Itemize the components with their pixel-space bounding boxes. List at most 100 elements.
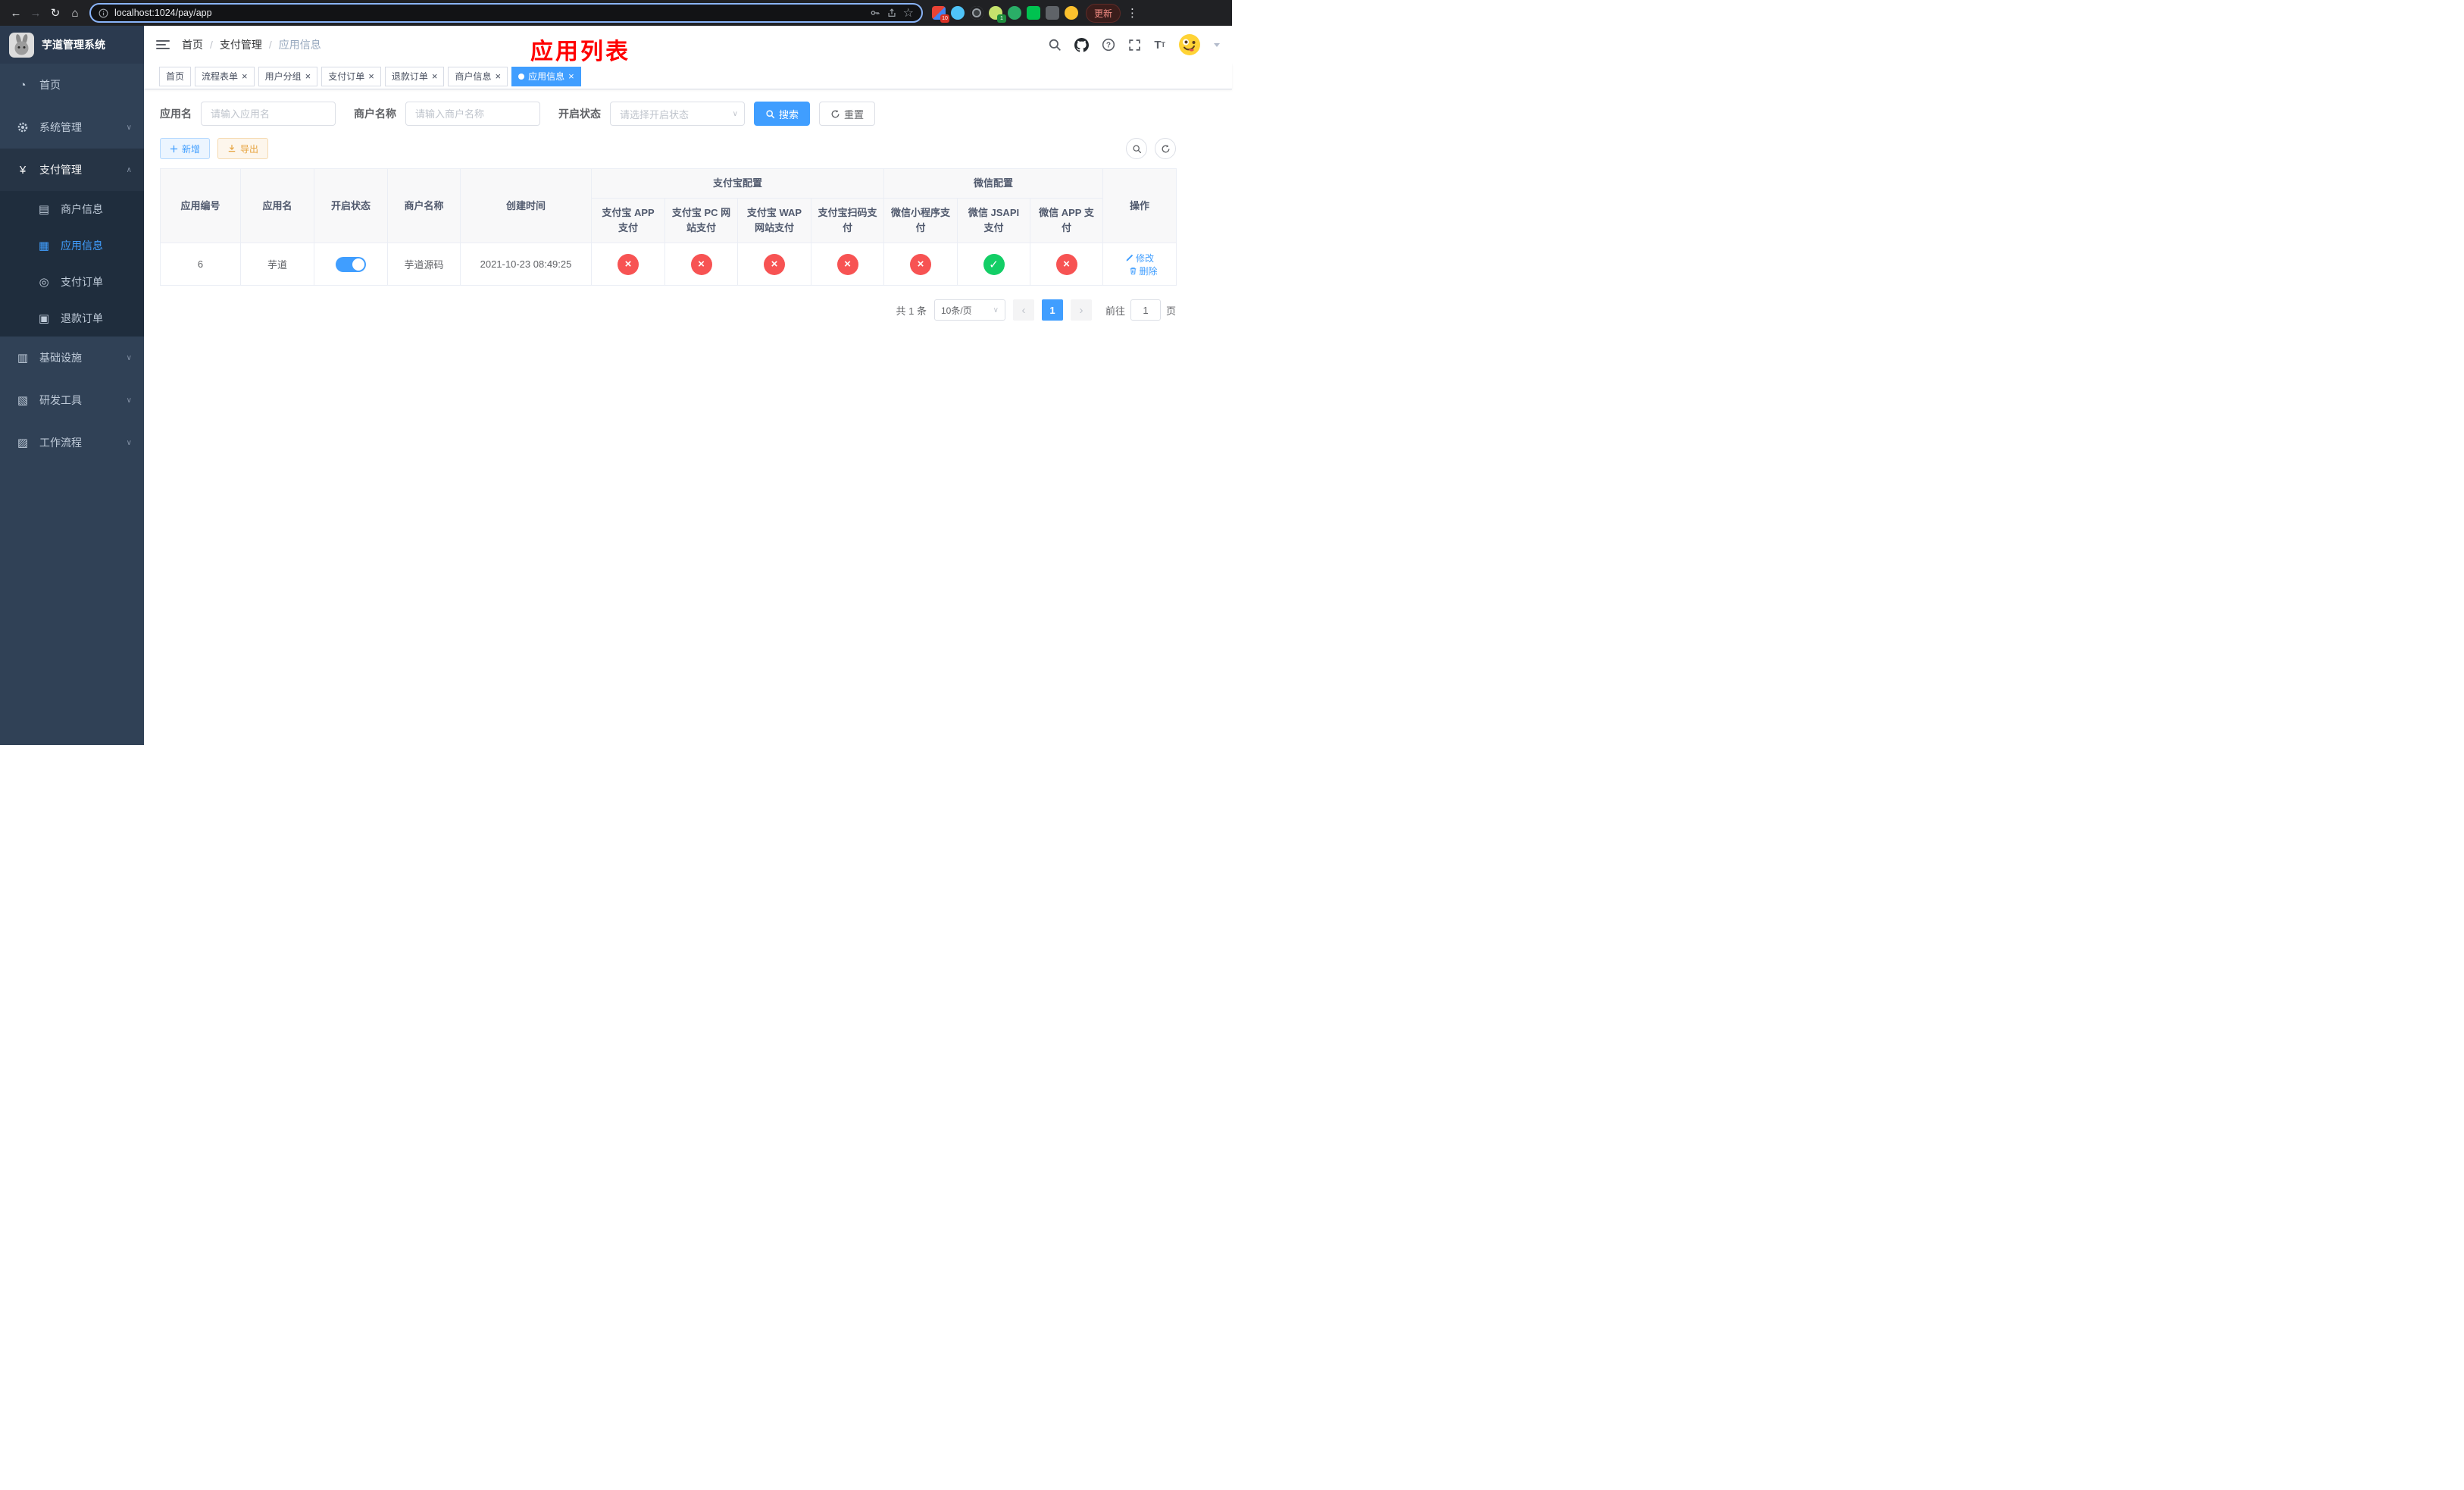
document-icon: ▣ [38, 312, 50, 325]
cell-wechat-jsapi: ✓ [957, 243, 1031, 286]
chevron-down-icon: ∨ [126, 438, 132, 447]
sidebar-item-dev-tools[interactable]: ▧ 研发工具 ∨ [0, 379, 144, 421]
search-icon[interactable] [1048, 38, 1062, 52]
tab-merchant-info[interactable]: 商户信息 × [448, 66, 508, 86]
close-icon[interactable]: × [368, 71, 374, 81]
goto-page-input[interactable] [1130, 299, 1161, 321]
delete-button[interactable]: 删除 [1129, 265, 1158, 277]
extension-icon[interactable] [1065, 6, 1078, 20]
extension-icon[interactable] [1008, 6, 1021, 20]
tab-user-group[interactable]: 用户分组 × [258, 66, 318, 86]
col-header-create-time: 创建时间 [460, 167, 592, 244]
tab-app-info[interactable]: 应用信息 × [511, 66, 581, 86]
font-size-icon[interactable]: TT [1154, 39, 1165, 52]
help-icon[interactable]: ? [1102, 38, 1115, 52]
tab-refund-orders[interactable]: 退款订单 × [384, 66, 445, 86]
export-button-label: 导出 [240, 143, 259, 155]
extension-icon[interactable] [1027, 6, 1040, 20]
address-bar[interactable]: localhost:1024/pay/app ☆ [89, 3, 923, 23]
edit-button[interactable]: 修改 [1125, 252, 1154, 265]
goto-unit: 页 [1165, 305, 1176, 317]
reset-button[interactable]: 重置 [819, 102, 876, 126]
close-icon[interactable]: × [495, 71, 501, 81]
chevron-down-icon: ∨ [126, 353, 132, 362]
app-name-label: 应用名 [160, 108, 192, 120]
pagination-total: 共 1 条 [896, 305, 927, 317]
toggle-search-button[interactable] [1126, 138, 1147, 159]
cell-alipay-app: × [591, 243, 665, 286]
enable-toggle[interactable] [336, 256, 366, 272]
avatar-dropdown-icon[interactable] [1214, 43, 1220, 50]
sidebar-item-payment[interactable]: ¥ 支付管理 ∧ [0, 149, 144, 191]
tab-label: 应用信息 [528, 71, 565, 82]
status-select[interactable]: 请选择开启状态 ∨ [610, 102, 745, 126]
home-icon[interactable]: ⌂ [65, 3, 85, 23]
password-key-icon[interactable] [870, 8, 880, 18]
extension-icon[interactable] [1046, 6, 1059, 20]
tab-home[interactable]: 首页 [159, 66, 192, 86]
browser-menu-icon[interactable]: ⋮ [1127, 6, 1138, 20]
toolbox-icon: ▧ [17, 394, 29, 407]
sidebar-item-infrastructure[interactable]: ▥ 基础设施 ∨ [0, 337, 144, 379]
gear-icon [15, 121, 30, 133]
current-page-button[interactable]: 1 [1041, 299, 1063, 321]
close-icon[interactable]: × [432, 71, 438, 81]
sidebar-item-home[interactable]: ◔ 首页 [0, 64, 144, 106]
sidebar-collapse-icon[interactable] [156, 40, 170, 49]
navbar-actions: ? TT [1048, 33, 1220, 56]
export-button[interactable]: 导出 [217, 138, 269, 159]
tab-process-form[interactable]: 流程表单 × [195, 66, 255, 86]
page-size-select[interactable]: 10条/页 ∨ [933, 299, 1005, 321]
extension-badge: 1 [997, 14, 1006, 23]
prev-page-button[interactable]: ‹ [1012, 299, 1034, 321]
cell-app-id: 6 [160, 243, 241, 286]
cell-wechat-mini: × [883, 243, 958, 286]
merchant-name-input[interactable] [405, 102, 540, 126]
chevron-down-icon: ∨ [732, 109, 738, 118]
col-header-alipay-app: 支付宝 APP 支付 [591, 198, 665, 244]
url-text[interactable]: localhost:1024/pay/app [114, 8, 864, 18]
fullscreen-icon[interactable] [1128, 39, 1141, 52]
close-icon[interactable]: × [568, 71, 574, 81]
breadcrumb-home[interactable]: 首页 [182, 37, 203, 52]
back-icon[interactable]: ← [6, 3, 26, 23]
sidebar-item-workflow[interactable]: ▨ 工作流程 ∨ [0, 421, 144, 464]
next-page-button[interactable]: › [1070, 299, 1092, 321]
extension-icon[interactable]: 10 [932, 6, 949, 23]
forward-icon[interactable]: → [26, 3, 45, 23]
close-icon[interactable]: × [305, 71, 311, 81]
sidebar-item-system[interactable]: 系统管理 ∨ [0, 106, 144, 149]
trash-icon [1130, 268, 1136, 275]
browser-update-button[interactable]: 更新 [1086, 3, 1121, 23]
avatar[interactable] [1178, 33, 1201, 56]
site-info-icon[interactable] [98, 8, 108, 18]
reload-icon[interactable]: ↻ [45, 3, 65, 23]
app-table: 应用编号 应用名 开启状态 商户名称 创建时间 支付宝配置 微信配置 操作 支付… [160, 167, 1177, 286]
merchant-name-label: 商户名称 [354, 108, 396, 120]
page-content: 应用名 商户名称 开启状态 请选择开启状态 ∨ 搜索 重置 [144, 89, 1232, 321]
sidebar-item-refund-orders[interactable]: ▣ 退款订单 [0, 300, 144, 337]
chevron-down-icon: ∨ [993, 305, 999, 315]
search-button[interactable]: 搜索 [754, 102, 811, 126]
github-icon[interactable] [1074, 37, 1090, 52]
breadcrumb-payment[interactable]: 支付管理 [220, 37, 262, 52]
status-label: 开启状态 [558, 108, 601, 120]
share-icon[interactable] [886, 8, 897, 18]
close-icon[interactable]: × [242, 71, 248, 81]
tab-pay-orders[interactable]: 支付订单 × [321, 66, 381, 86]
refresh-button[interactable] [1155, 138, 1176, 159]
edit-button-label: 修改 [1136, 252, 1155, 264]
app-logo[interactable]: 芋道管理系统 [0, 26, 144, 64]
channel-status-icon: × [764, 253, 785, 275]
group-header-alipay: 支付宝配置 [590, 167, 885, 199]
extension-icon[interactable] [970, 6, 983, 20]
bookmark-star-icon[interactable]: ☆ [903, 5, 914, 20]
app-name-input[interactable] [201, 102, 336, 126]
extension-icon[interactable] [951, 6, 965, 20]
sidebar-item-merchant-info[interactable]: ▤ 商户信息 [0, 191, 144, 227]
extension-badge: 10 [940, 14, 949, 23]
extension-icon[interactable]: 1 [989, 6, 1006, 23]
sidebar-item-app-info[interactable]: ▦ 应用信息 [0, 227, 144, 264]
sidebar-item-pay-orders[interactable]: ◎ 支付订单 [0, 264, 144, 300]
add-button[interactable]: 新增 [160, 138, 211, 159]
